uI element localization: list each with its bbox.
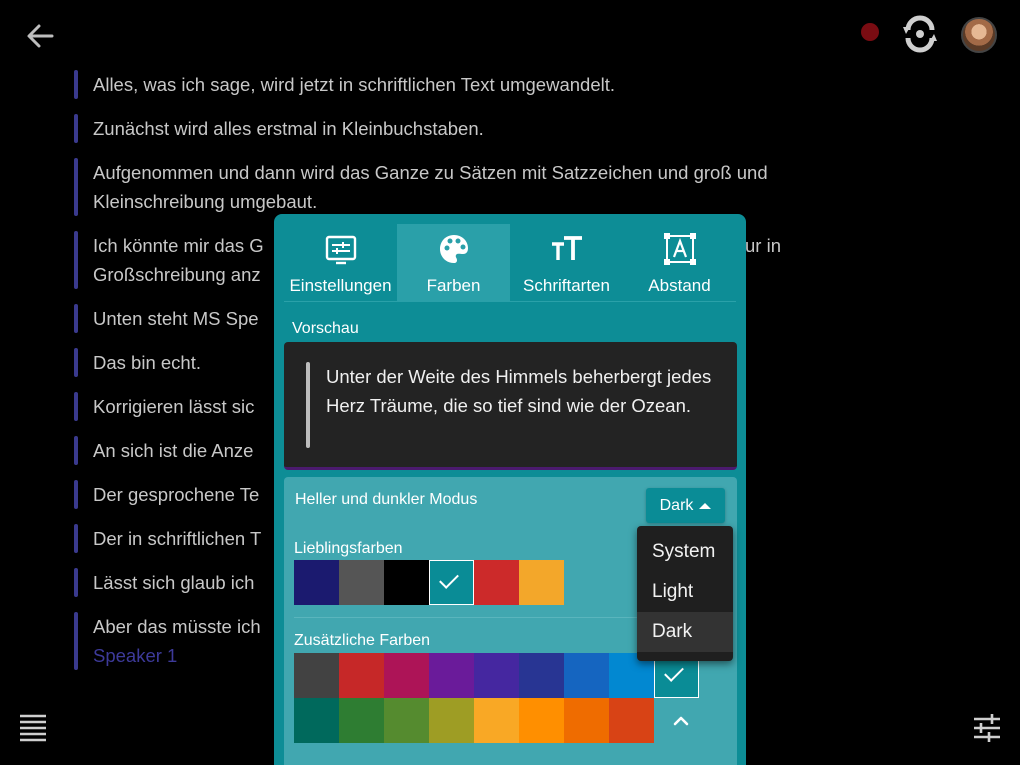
mode-option-system[interactable]: System xyxy=(637,532,733,572)
extra-color-swatch[interactable] xyxy=(564,698,609,743)
extra-color-swatch[interactable] xyxy=(429,698,474,743)
extra-color-swatch[interactable] xyxy=(609,698,654,743)
mode-menu: System Light Dark xyxy=(637,526,733,661)
tab-abstand[interactable]: Abstand xyxy=(623,224,736,302)
back-button[interactable] xyxy=(22,18,58,54)
favorite-swatches xyxy=(294,560,564,605)
favorite-color-swatch[interactable] xyxy=(429,560,474,605)
tab-schriftarten[interactable]: Schriftarten xyxy=(510,224,623,302)
extra-swatches-row-2 xyxy=(294,698,654,743)
extra-color-swatch[interactable] xyxy=(474,653,519,698)
extra-color-swatch[interactable] xyxy=(519,653,564,698)
mode-label: Heller und dunkler Modus xyxy=(295,491,478,508)
text-size-icon xyxy=(551,236,582,260)
settings-sliders-icon xyxy=(325,235,356,265)
transcript-line[interactable]: Zunächst wird alles erstmal in Kleinbuch… xyxy=(74,114,874,143)
arrow-left-icon xyxy=(27,24,54,48)
avatar[interactable] xyxy=(961,17,997,53)
caret-up-icon xyxy=(699,502,712,509)
record-indicator[interactable] xyxy=(861,23,879,41)
collapse-colors-button[interactable] xyxy=(667,707,695,735)
list-view-button[interactable] xyxy=(18,712,48,744)
transcript-line[interactable]: Aufgenommen und dann wird das Ganze zu S… xyxy=(74,158,874,216)
chevron-up-icon xyxy=(673,716,689,726)
sync-icon xyxy=(903,15,937,53)
preview-bar xyxy=(306,362,310,448)
list-icon xyxy=(20,714,46,742)
favorite-color-swatch[interactable] xyxy=(294,560,339,605)
extra-color-swatch[interactable] xyxy=(519,698,564,743)
extra-color-swatch[interactable] xyxy=(294,653,339,698)
extra-color-swatch[interactable] xyxy=(339,698,384,743)
extra-color-swatch[interactable] xyxy=(384,653,429,698)
tune-icon xyxy=(974,714,1000,742)
favorite-color-swatch[interactable] xyxy=(519,560,564,605)
extra-color-swatch[interactable] xyxy=(339,653,384,698)
mode-option-light[interactable]: Light xyxy=(637,572,733,612)
preview-text: Unter der Weite des Himmels beherbergt j… xyxy=(326,366,712,416)
favorite-color-swatch[interactable] xyxy=(339,560,384,605)
panel-tabs: Einstellungen Farben Schriftarten Abstan… xyxy=(284,224,736,302)
appearance-panel: Einstellungen Farben Schriftarten Abstan… xyxy=(274,214,746,765)
palette-icon xyxy=(439,235,468,263)
extra-color-swatch[interactable] xyxy=(384,698,429,743)
extra-color-swatch[interactable] xyxy=(474,698,519,743)
mode-option-dark[interactable]: Dark xyxy=(637,612,733,652)
extra-color-swatch[interactable] xyxy=(564,653,609,698)
favorite-color-swatch[interactable] xyxy=(384,560,429,605)
spacing-icon xyxy=(663,233,696,265)
favorites-label: Lieblingsfarben xyxy=(294,540,403,557)
extra-color-swatch[interactable] xyxy=(429,653,474,698)
tab-einstellungen[interactable]: Einstellungen xyxy=(284,224,397,302)
settings-button[interactable] xyxy=(972,712,1002,744)
preview-label: Vorschau xyxy=(292,320,359,337)
favorite-color-swatch[interactable] xyxy=(474,560,519,605)
preview-box: Unter der Weite des Himmels beherbergt j… xyxy=(284,342,737,470)
tab-farben[interactable]: Farben xyxy=(397,224,510,302)
mode-dropdown[interactable]: Dark xyxy=(646,488,725,523)
sync-button[interactable] xyxy=(900,14,940,54)
extra-color-swatch[interactable] xyxy=(294,698,339,743)
extra-colors-label: Zusätzliche Farben xyxy=(294,632,431,649)
transcript-line[interactable]: Alles, was ich sage, wird jetzt in schri… xyxy=(74,70,874,99)
